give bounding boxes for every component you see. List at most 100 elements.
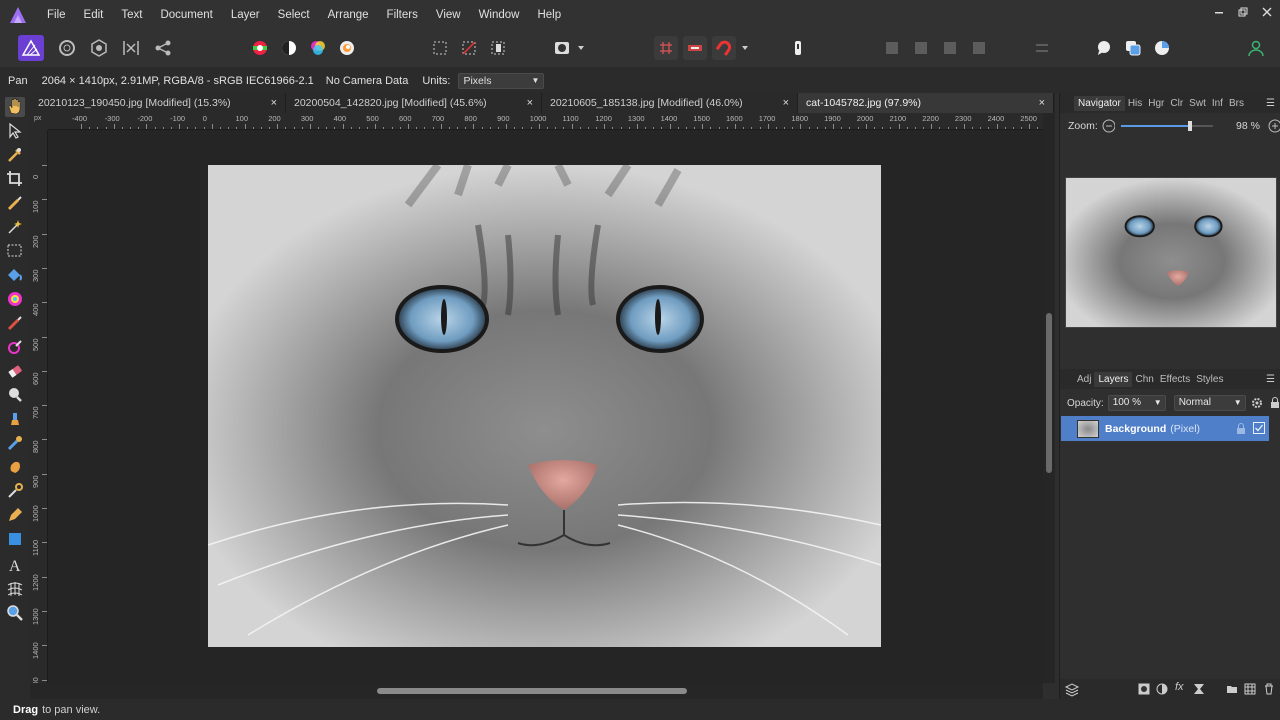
move-tool-button[interactable] <box>5 121 25 141</box>
blend-mode-select[interactable]: Normal ▼ <box>1173 395 1246 411</box>
zoom-value[interactable]: 98 % <box>1223 120 1260 132</box>
layer-visibility-checkbox[interactable] <box>1253 422 1265 434</box>
zoom-in-icon[interactable] <box>1268 119 1280 133</box>
panel-menu-icon[interactable]: ☰ <box>1266 98 1275 109</box>
document-tab[interactable]: 20210123_190450.jpg [Modified] (15.3%) × <box>30 93 286 113</box>
units-select[interactable]: Pixels ▼ <box>458 72 545 89</box>
text-tool-tool-button[interactable]: A <box>5 555 25 575</box>
gear-icon[interactable] <box>1251 397 1263 409</box>
dodge-tool-button[interactable] <box>5 385 25 405</box>
auto-contrast-button[interactable] <box>277 36 301 60</box>
document-tab-active[interactable]: cat-1045782.jpg (97.9%) × <box>798 93 1054 113</box>
layer-lock-icon[interactable] <box>1236 423 1246 435</box>
rectangle-shape-tool-button[interactable] <box>5 529 25 549</box>
colour-picker-tool-button[interactable] <box>5 145 25 165</box>
liquify-persona-button[interactable] <box>55 36 79 60</box>
live-filter-icon[interactable] <box>1193 683 1205 695</box>
adjustment-icon[interactable] <box>1156 683 1168 695</box>
auto-colors-button[interactable] <box>306 36 330 60</box>
gradient-tool-button[interactable] <box>5 289 25 309</box>
menu-window[interactable]: Window <box>470 9 529 21</box>
zoom-tool-tool-button[interactable] <box>5 603 25 623</box>
tab-histogram[interactable]: Hgr <box>1145 98 1167 109</box>
menu-layer[interactable]: Layer <box>222 9 269 21</box>
tab-effects[interactable]: Effects <box>1157 374 1193 385</box>
develop-persona-button[interactable] <box>87 36 111 60</box>
menu-filters[interactable]: Filters <box>378 9 427 21</box>
fx-icon[interactable]: fx <box>1175 681 1184 693</box>
subtract-button[interactable] <box>909 36 933 60</box>
auto-levels-button[interactable] <box>248 36 272 60</box>
scrollbar-thumb[interactable] <box>377 688 687 694</box>
document-tab[interactable]: 20200504_142820.jpg [Modified] (45.6%) × <box>286 93 542 113</box>
menu-help[interactable]: Help <box>528 9 570 21</box>
ruler-corner[interactable]: px <box>30 113 48 130</box>
mask-layer-icon[interactable] <box>1138 683 1150 695</box>
close-tab-icon[interactable]: × <box>1039 93 1045 113</box>
export-persona-button[interactable] <box>151 36 175 60</box>
flood-fill-tool-button[interactable] <box>5 265 25 285</box>
arrange-button[interactable] <box>1121 36 1145 60</box>
pen-tool-button[interactable] <box>5 505 25 525</box>
restore-button[interactable] <box>1232 6 1254 24</box>
menu-file[interactable]: File <box>38 9 75 21</box>
blemish-removal-tool-button[interactable] <box>5 433 25 453</box>
document-tab[interactable]: 20210605_185138.jpg [Modified] (46.0%) × <box>542 93 798 113</box>
clone-brush-tool-button[interactable] <box>5 409 25 429</box>
tab-brushes[interactable]: Brs <box>1226 98 1247 109</box>
colour-replacement-tool-button[interactable] <box>5 337 25 357</box>
horizontal-ruler[interactable]: -400 -300 -200 -100 0 100 200 300 400 500 600 700 80… <box>48 113 1043 130</box>
menu-text[interactable]: Text <box>112 9 151 21</box>
close-window-button[interactable] <box>1256 6 1278 24</box>
auto-white-balance-button[interactable] <box>335 36 359 60</box>
account-button[interactable] <box>1244 36 1268 60</box>
invert-selection-button[interactable] <box>486 36 510 60</box>
panel-menu-icon[interactable]: ☰ <box>1266 374 1275 385</box>
paint-brush-tool-button[interactable] <box>5 313 25 333</box>
close-tab-icon[interactable]: × <box>271 93 277 113</box>
rectangular-marquee-tool-button[interactable] <box>5 241 25 261</box>
tab-colour[interactable]: Clr <box>1167 98 1186 109</box>
vertical-scrollbar[interactable] <box>1043 113 1055 683</box>
smudge-tool-button[interactable] <box>5 457 25 477</box>
intersect-button[interactable] <box>938 36 962 60</box>
menu-select[interactable]: Select <box>269 9 319 21</box>
erase-brush-tool-button[interactable] <box>5 361 25 381</box>
zoom-out-icon[interactable] <box>1102 119 1115 133</box>
flood-select-tool-button[interactable] <box>5 217 25 237</box>
close-tab-icon[interactable]: × <box>527 93 533 113</box>
lock-icon[interactable] <box>1270 397 1280 409</box>
align-button[interactable] <box>1030 36 1054 60</box>
image-info[interactable]: 2064 × 1410px, 2.91MP, RGBA/8 - sRGB IEC… <box>42 75 314 87</box>
photo-persona-button[interactable] <box>18 35 44 61</box>
snapping-dropdown[interactable] <box>738 36 752 60</box>
cat-photo[interactable] <box>208 165 881 647</box>
tab-channels[interactable]: Chn <box>1132 374 1156 385</box>
canvas-area[interactable] <box>48 130 1043 683</box>
menu-document[interactable]: Document <box>151 9 221 21</box>
folder-icon[interactable] <box>1226 683 1238 695</box>
scrollbar-thumb[interactable] <box>1046 313 1052 473</box>
colour-picker-button[interactable] <box>1150 36 1174 60</box>
horizontal-scrollbar[interactable] <box>30 683 1043 699</box>
marquee-mode-button[interactable] <box>428 36 452 60</box>
assistant-button[interactable] <box>786 36 810 60</box>
tab-styles[interactable]: Styles <box>1193 374 1226 385</box>
tab-info[interactable]: Inf <box>1209 98 1226 109</box>
navigator-thumbnail[interactable] <box>1065 177 1277 328</box>
quick-mask-button[interactable] <box>550 36 574 60</box>
crop-tool-button[interactable] <box>5 169 25 189</box>
quick-mask-dropdown[interactable] <box>574 36 588 60</box>
new-pixel-layer-button[interactable] <box>1092 36 1116 60</box>
add-button[interactable] <box>880 36 904 60</box>
hand-tool-button[interactable] <box>5 97 25 117</box>
add-pixel-layer-icon[interactable] <box>1244 683 1256 695</box>
zoom-slider-handle[interactable] <box>1187 121 1192 131</box>
layer-row-background[interactable]: Background (Pixel) <box>1061 416 1269 441</box>
tab-navigator[interactable]: Navigator <box>1074 95 1125 111</box>
zoom-slider[interactable] <box>1120 119 1213 133</box>
selection-brush-tool-button[interactable] <box>5 193 25 213</box>
opacity-select[interactable]: 100 % ▼ <box>1107 395 1166 411</box>
trash-icon[interactable] <box>1263 683 1275 695</box>
red-eye-tool-button[interactable] <box>5 481 25 501</box>
